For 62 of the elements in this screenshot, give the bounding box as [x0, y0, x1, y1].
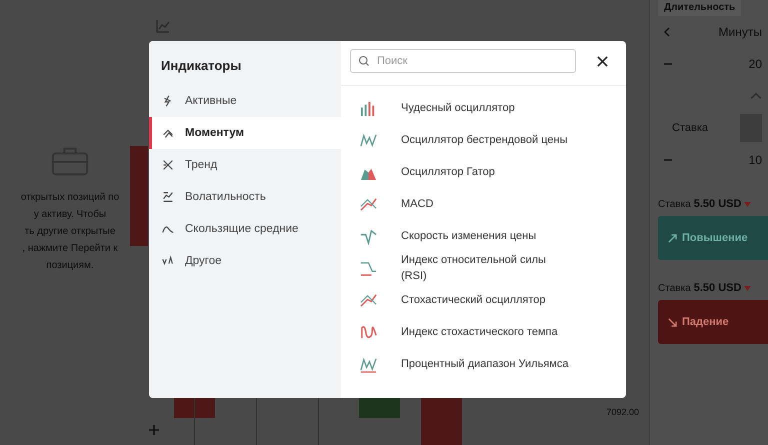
- indicator-item[interactable]: Чудесный осциллятор: [341, 92, 626, 124]
- cross-icon: [161, 158, 175, 172]
- chevron-up-icon[interactable]: [750, 92, 762, 100]
- candle: [174, 398, 215, 418]
- unit-label: Минуты: [718, 25, 762, 39]
- indicator-item[interactable]: Процентный диапазон Уильямса: [341, 348, 626, 380]
- dropdown-triangle-icon[interactable]: [744, 202, 752, 206]
- spike-icon: [360, 228, 377, 244]
- lines-chart-icon: [360, 292, 377, 308]
- bar-chart-icon: [360, 100, 377, 116]
- plus-icon[interactable]: [149, 425, 159, 435]
- indicator-label: Индекс стохастического темпа: [401, 325, 558, 340]
- rise-button[interactable]: Повышение: [658, 216, 768, 260]
- category-item[interactable]: Активные: [149, 85, 341, 117]
- indicator-item[interactable]: Индекс стохастического темпа: [341, 316, 626, 348]
- category-item[interactable]: Волатильность: [149, 181, 341, 213]
- search-field[interactable]: Поиск: [350, 49, 576, 73]
- step-line-icon: [360, 260, 377, 276]
- indicator-label: Стохастический осциллятор: [401, 293, 546, 308]
- fall-button[interactable]: Падение: [658, 300, 768, 344]
- chart-icon[interactable]: [155, 18, 171, 34]
- indicator-item[interactable]: MACD: [341, 188, 626, 220]
- indicator-item[interactable]: Индекс относительной силы (RSI): [341, 252, 626, 284]
- stake-label: Ставка: [658, 198, 691, 210]
- stake-value: 5.50 USD: [694, 198, 742, 210]
- indicator-label: Чудесный осциллятор: [401, 101, 515, 116]
- indicator-label: Скорость изменения цены: [401, 229, 536, 244]
- indicator-label: Осциллятор бестрендовой цены: [401, 133, 568, 148]
- candle: [421, 398, 462, 445]
- category-item[interactable]: Скользящие средние: [149, 213, 341, 245]
- arrow-up-right-icon: [668, 234, 677, 242]
- stake-label: Ставка: [658, 282, 691, 294]
- candle: [359, 398, 400, 418]
- wave-icon: [360, 132, 377, 148]
- indicator-item[interactable]: Скорость изменения цены: [341, 220, 626, 252]
- lines-chart-icon: [360, 196, 377, 212]
- arrow-down-right-icon: [668, 318, 677, 326]
- line-chart-icon: [161, 190, 175, 204]
- amount-value: 10: [748, 153, 762, 167]
- indicator-item[interactable]: Осциллятор бестрендовой цены: [341, 124, 626, 156]
- price-label: 7092.00: [606, 407, 639, 417]
- search-icon: [358, 55, 370, 67]
- indicator-label: Индекс относительной силы (RSI): [401, 253, 547, 284]
- dropdown-triangle-icon[interactable]: [744, 286, 752, 290]
- category-item[interactable]: Другое: [149, 245, 341, 277]
- category-item[interactable]: Моментум: [149, 117, 341, 149]
- indicator-item[interactable]: Стохастический осциллятор: [341, 284, 626, 316]
- indicator-label: Осциллятор Гатор: [401, 165, 495, 180]
- category-item[interactable]: Тренд: [149, 149, 341, 181]
- minus-icon[interactable]: [664, 63, 672, 65]
- minus-icon[interactable]: [664, 159, 672, 161]
- wave-icon: [360, 324, 377, 340]
- indicator-label: Процентный диапазон Уильямса: [401, 357, 568, 372]
- duration-value: 20: [748, 57, 762, 71]
- stake-value: 5.50 USD: [694, 282, 742, 294]
- wave-icon: [360, 356, 377, 372]
- empty-positions-message: открытых позиций по у активу. Чтобы ть другие открытые , нажмите Перейти к позициям.: [20, 191, 120, 273]
- close-icon[interactable]: [597, 56, 608, 66]
- dialog-title: Индикаторы: [160, 57, 242, 75]
- indicator-item[interactable]: Осциллятор Гатор: [341, 156, 626, 188]
- chevron-left-icon[interactable]: [664, 27, 670, 37]
- indicator-label: MACD: [401, 197, 434, 212]
